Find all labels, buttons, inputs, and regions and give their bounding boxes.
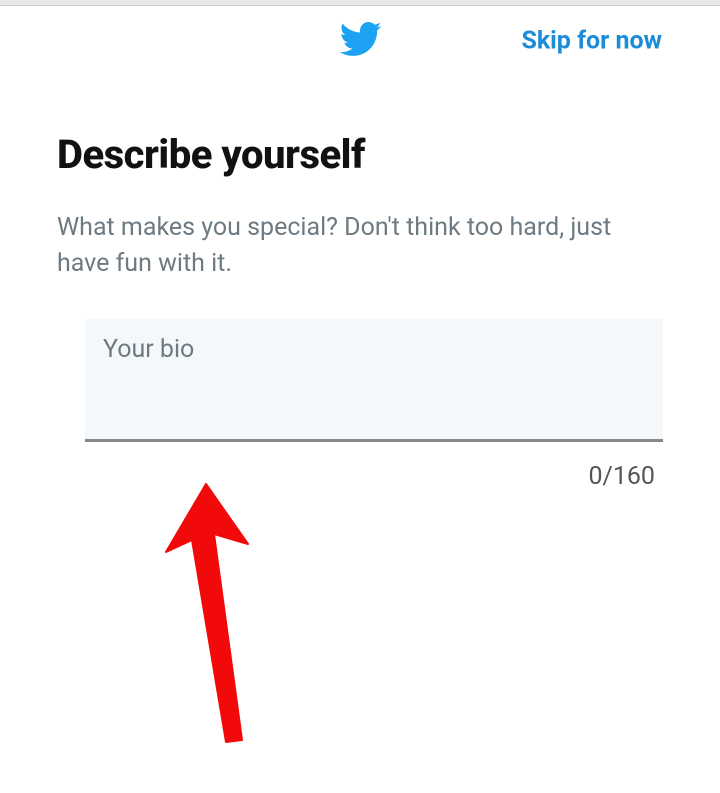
header: Skip for now [0,6,720,76]
twitter-bird-icon [338,17,382,65]
bio-input-container [85,319,663,442]
page-subtitle: What makes you special? Don't think too … [57,210,663,283]
page-title: Describe yourself [57,131,663,178]
bio-input[interactable] [103,335,645,365]
arrow-up-icon [148,480,268,754]
char-counter: 0/160 [57,462,663,491]
skip-button[interactable]: Skip for now [521,27,662,56]
main-content: Describe yourself What makes you special… [0,76,720,491]
